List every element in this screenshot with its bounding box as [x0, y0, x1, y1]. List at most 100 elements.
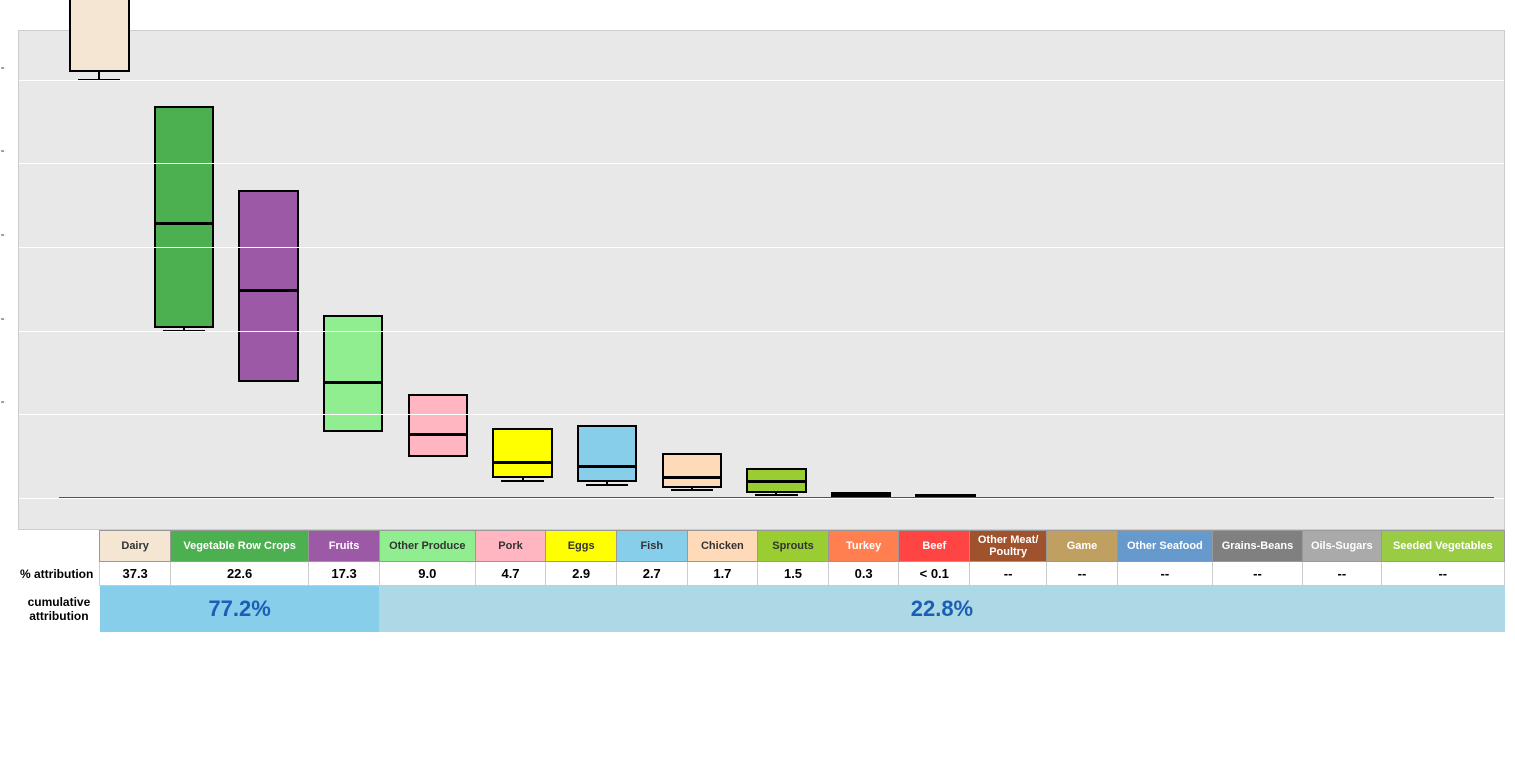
grid-line-30 [19, 247, 1504, 248]
box-rect-1 [154, 106, 214, 328]
cat-header-16: Seeded Vegetables [1381, 531, 1504, 562]
bar-group-4 [398, 41, 479, 499]
attr-value-5: 2.9 [546, 562, 617, 586]
cumulative-left: 77.2% [100, 586, 380, 633]
median-line-8 [746, 480, 806, 483]
box-rect-5 [492, 428, 552, 478]
bar-group-3 [313, 41, 394, 499]
cat-header-3: Other Produce [379, 531, 475, 562]
attr-value-16: -- [1381, 562, 1504, 586]
whisker-bottom-cap [332, 430, 374, 432]
category-header-row: DairyVegetable Row CropsFruitsOther Prod… [18, 531, 1505, 562]
median-line-6 [577, 465, 637, 468]
cumulative-label: cumulativeattribution [18, 586, 100, 633]
box-rect-6 [577, 425, 637, 482]
y-axis-label [10, 30, 18, 632]
bar-group-13 [1159, 41, 1240, 499]
bar-group-12 [1075, 41, 1156, 499]
bottom-table: DairyVegetable Row CropsFruitsOther Prod… [18, 530, 1505, 632]
whisker-bottom-cap [417, 455, 459, 457]
attr-value-8: 1.5 [758, 562, 829, 586]
box-rect-0 [69, 0, 129, 72]
bar-group-7 [651, 41, 732, 499]
bar-group-6 [567, 41, 648, 499]
cat-header-14: Grains-Beans [1212, 531, 1302, 562]
box-rect-8 [746, 468, 806, 493]
cat-header-0: Dairy [100, 531, 171, 562]
plot-area: 0 -10 -20 -30 -40 -50 - [18, 30, 1505, 530]
cat-header-1: Vegetable Row Crops [170, 531, 308, 562]
box-rect-2 [238, 190, 298, 382]
attr-value-2: 17.3 [309, 562, 380, 586]
bar-group-2 [228, 41, 309, 499]
bar-group-8 [736, 41, 817, 499]
grid-label-50: 50 - [0, 60, 5, 74]
cat-header-2: Fruits [309, 531, 380, 562]
grid-line-50 [19, 80, 1504, 81]
cat-header-6: Fish [616, 531, 687, 562]
bar-group-0 [59, 41, 140, 499]
grid-line-0 [19, 498, 1504, 499]
attr-value-13: -- [1117, 562, 1212, 586]
median-line-3 [323, 381, 383, 384]
median-line-5 [492, 461, 552, 464]
cat-header-13: Other Seafood [1117, 531, 1212, 562]
plot-wrapper: 0 -10 -20 -30 -40 -50 - DairyVegetable R… [18, 30, 1505, 632]
attr-value-15: -- [1303, 562, 1382, 586]
whisker-bottom-cap [586, 484, 628, 486]
cumulative-right: 22.8% [379, 586, 1504, 633]
attr-value-14: -- [1212, 562, 1302, 586]
median-line-1 [154, 222, 214, 225]
chart-area: 0 -10 -20 -30 -40 -50 - DairyVegetable R… [10, 30, 1505, 632]
attr-value-3: 9.0 [379, 562, 475, 586]
attr-label: % attribution [18, 562, 100, 586]
median-line-2 [238, 289, 298, 292]
median-line-4 [408, 433, 468, 436]
attr-value-4: 4.7 [475, 562, 546, 586]
whisker-bottom-cap [755, 494, 797, 496]
whisker-bottom-cap [247, 380, 289, 382]
attr-value-11: -- [970, 562, 1047, 586]
attr-value-12: -- [1047, 562, 1118, 586]
attr-value-0: 37.3 [100, 562, 171, 586]
attr-value-6: 2.7 [616, 562, 687, 586]
bar-group-1 [144, 41, 225, 499]
bar-group-11 [990, 41, 1071, 499]
empty-label [18, 531, 100, 562]
cat-header-9: Turkey [828, 531, 899, 562]
cat-header-5: Eggs [546, 531, 617, 562]
grid-label-40: 40 - [0, 143, 5, 157]
bar-group-5 [482, 41, 563, 499]
bar-group-16 [1413, 41, 1494, 499]
attribution-row: % attribution 37.322.617.39.04.72.92.71.… [18, 562, 1505, 586]
attr-value-7: 1.7 [687, 562, 758, 586]
bars-container [59, 41, 1494, 499]
whisker-bottom-cap [501, 480, 543, 482]
attr-value-1: 22.6 [170, 562, 308, 586]
cumulative-row: cumulativeattribution 77.2%22.8% [18, 586, 1505, 633]
attr-value-9: 0.3 [828, 562, 899, 586]
grid-label-10: 10 - [0, 394, 5, 408]
cat-header-10: Beef [899, 531, 970, 562]
box-rect-7 [662, 453, 722, 488]
grid-line-20 [19, 331, 1504, 332]
cat-header-7: Chicken [687, 531, 758, 562]
bar-group-9 [821, 41, 902, 499]
cat-header-12: Game [1047, 531, 1118, 562]
median-line-7 [662, 476, 722, 479]
grid-label-20: 20 - [0, 311, 5, 325]
median-line-9 [831, 492, 891, 495]
grid-line-10 [19, 414, 1504, 415]
cat-header-4: Pork [475, 531, 546, 562]
attr-value-10: < 0.1 [899, 562, 970, 586]
whisker-bottom-cap [671, 489, 713, 491]
grid-line-40 [19, 163, 1504, 164]
box-rect-4 [408, 394, 468, 457]
cat-header-8: Sprouts [758, 531, 829, 562]
cat-header-11: Other Meat/ Poultry [970, 531, 1047, 562]
grid-label-30: 30 - [0, 227, 5, 241]
chart-container: 0 -10 -20 -30 -40 -50 - DairyVegetable R… [0, 0, 1515, 632]
bar-group-15 [1329, 41, 1410, 499]
bar-group-14 [1244, 41, 1325, 499]
cat-header-15: Oils-Sugars [1303, 531, 1382, 562]
